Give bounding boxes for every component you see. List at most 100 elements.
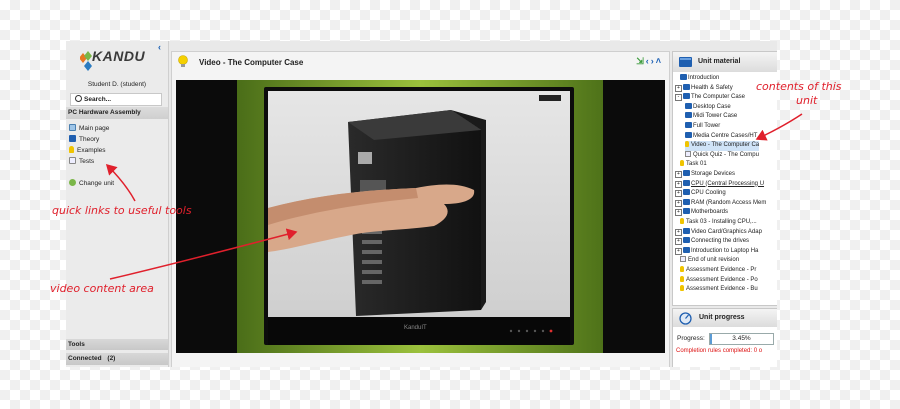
main-page-label: Main page — [79, 125, 110, 132]
kandu-logo-text: KANDU — [92, 48, 146, 64]
student-name: Student D. (student) — [87, 81, 147, 88]
change-unit-link[interactable]: Change unit — [69, 179, 114, 189]
unit-tree-item[interactable]: + Video Card/Graphics Adap — [675, 227, 762, 238]
unit-progress-header[interactable]: Unit progress — [673, 309, 777, 327]
unit-tree-item-label: Desktop Case — [693, 103, 731, 110]
unit-tree-item[interactable]: + CPU (Central Processing U — [675, 179, 764, 190]
annotation-contents: contents of this — [756, 80, 842, 93]
book-icon — [683, 170, 690, 176]
book-icon — [685, 131, 692, 138]
book-icon — [683, 208, 690, 215]
unit-tree-item[interactable]: Full Tower — [685, 122, 720, 132]
unit-tree-item[interactable]: Assessment Evidence - Bu — [680, 285, 758, 295]
expand-icon[interactable]: + — [675, 247, 682, 255]
lightbulb-icon — [178, 55, 188, 67]
lightbulb-icon — [685, 141, 689, 148]
expand-icon[interactable]: + — [675, 190, 682, 198]
course-title: PC Hardware Assembly — [66, 107, 168, 119]
lightbulb-icon — [69, 146, 74, 153]
book-icon — [685, 122, 692, 128]
annotation-contents-line2: unit — [796, 94, 818, 107]
progress-bar: 3.45% — [709, 333, 774, 345]
unit-tree-item[interactable]: + Introduction to Laptop Ha — [675, 246, 758, 257]
book-icon — [683, 237, 690, 244]
unit-tree-item-label: Motherboards — [691, 209, 729, 216]
unit-tree-item[interactable]: Midi Tower Case — [685, 112, 737, 122]
main-content-panel: Video - The Computer Case ⇲‹›˄ KanduIT — [171, 51, 670, 367]
unit-progress-title: Unit progress — [699, 314, 745, 321]
unit-tree-item[interactable]: Task 03 - Installing CPU,... — [680, 218, 757, 228]
video-player[interactable]: KanduIT — [176, 80, 665, 353]
connected-panel-header[interactable]: Connected (2) — [66, 353, 168, 365]
expand-icon[interactable]: + — [675, 228, 682, 236]
expand-icon[interactable]: + — [675, 171, 682, 178]
main-page-link[interactable]: Main page — [69, 124, 109, 134]
unit-tree-item[interactable]: + RAM (Random Access Mem — [675, 198, 766, 209]
theory-label: Theory — [79, 136, 100, 143]
unit-tree-item-label: Task 03 - Installing CPU,... — [686, 219, 757, 225]
tests-label: Tests — [79, 158, 95, 165]
unit-tree-item[interactable]: + Health & Safety — [675, 83, 733, 94]
lightbulb-icon — [680, 218, 684, 224]
lightbulb-icon — [680, 266, 684, 272]
page-icon — [685, 150, 691, 157]
tools-panel-header[interactable]: Tools — [66, 339, 168, 350]
book-icon — [683, 93, 690, 100]
unit-tree-item-label: Assessment Evidence - Pr — [686, 267, 757, 273]
book-icon — [683, 198, 690, 205]
book-icon — [680, 74, 687, 80]
lightbulb-icon — [680, 285, 684, 292]
unit-tree-item[interactable]: Desktop Case — [685, 102, 731, 113]
gauge-icon — [679, 312, 692, 325]
unit-tree-item[interactable]: End of unit revision — [680, 256, 739, 266]
tests-link[interactable]: Tests — [69, 157, 94, 167]
exit-icon[interactable]: ⇲ — [636, 56, 646, 66]
home-icon — [69, 124, 76, 131]
connected-count: (2) — [107, 355, 116, 362]
search-link[interactable]: Search... — [70, 93, 162, 106]
change-unit-label: Change unit — [79, 180, 115, 187]
unit-tree-item[interactable]: + CPU Cooling — [675, 189, 726, 199]
page-title: Video - The Computer Case — [199, 58, 304, 67]
unit-tree-item-label: The Computer Case — [691, 94, 746, 101]
unit-tree-item-label: Task 01 — [686, 161, 707, 168]
unit-tree-item-label: End of unit revision — [688, 257, 740, 264]
video-brand-text: KanduIT — [404, 325, 427, 331]
unit-progress-panel: Unit progress Progress: 3.45% Completion… — [672, 308, 777, 367]
unit-tree-item[interactable]: Assessment Evidence - Po — [680, 275, 758, 286]
expand-icon[interactable]: + — [675, 199, 682, 207]
collapse-icon[interactable]: - — [675, 94, 682, 102]
unit-tree-item[interactable]: Task 01 — [680, 160, 707, 170]
collapse-icon[interactable]: ˄ — [656, 56, 663, 66]
search-icon — [75, 95, 82, 102]
unit-tree-item[interactable]: Quick Quiz - The Compu — [685, 150, 759, 161]
unit-tree-item[interactable]: + Motherboards — [675, 208, 728, 218]
refresh-icon — [69, 179, 76, 186]
examples-link[interactable]: Examples — [69, 146, 106, 156]
unit-tree-item[interactable]: Introduction — [680, 74, 719, 84]
collapse-sidebar-icon[interactable]: ‹ — [158, 42, 161, 52]
unit-tree-item[interactable]: Video - The Computer Ca — [685, 141, 760, 151]
content-nav: ⇲‹›˄ — [636, 56, 663, 67]
expand-icon[interactable]: + — [675, 209, 682, 217]
unit-tree-item[interactable]: + Storage Devices — [675, 170, 735, 180]
expand-icon[interactable]: + — [675, 238, 682, 246]
pencil-icon — [69, 157, 76, 164]
expand-icon[interactable]: + — [675, 180, 682, 188]
unit-tree-item-label: Midi Tower Case — [693, 113, 738, 120]
unit-material-header[interactable]: Unit material — [673, 52, 777, 72]
expand-icon[interactable]: + — [675, 84, 682, 92]
unit-tree-item[interactable]: - The Computer Case — [675, 93, 745, 103]
annotation-video-area: video content area — [50, 282, 154, 295]
unit-tree-item[interactable]: + Connecting the drives — [675, 237, 749, 247]
unit-material-title: Unit material — [698, 58, 741, 65]
search-label: Search... — [84, 96, 112, 103]
completion-rules-text: Completion rules completed: 0 o — [676, 348, 763, 354]
unit-tree-item[interactable]: Media Centre Cases/HT — [685, 131, 757, 142]
theory-link[interactable]: Theory — [69, 135, 99, 145]
unit-tree-item-label: Assessment Evidence - Bu — [686, 286, 758, 293]
unit-tree-item-label: CPU Cooling — [691, 190, 726, 197]
progress-value: 3.45% — [732, 335, 751, 342]
unit-tree-item[interactable]: Assessment Evidence - Pr — [680, 266, 756, 276]
book-icon — [683, 246, 690, 253]
